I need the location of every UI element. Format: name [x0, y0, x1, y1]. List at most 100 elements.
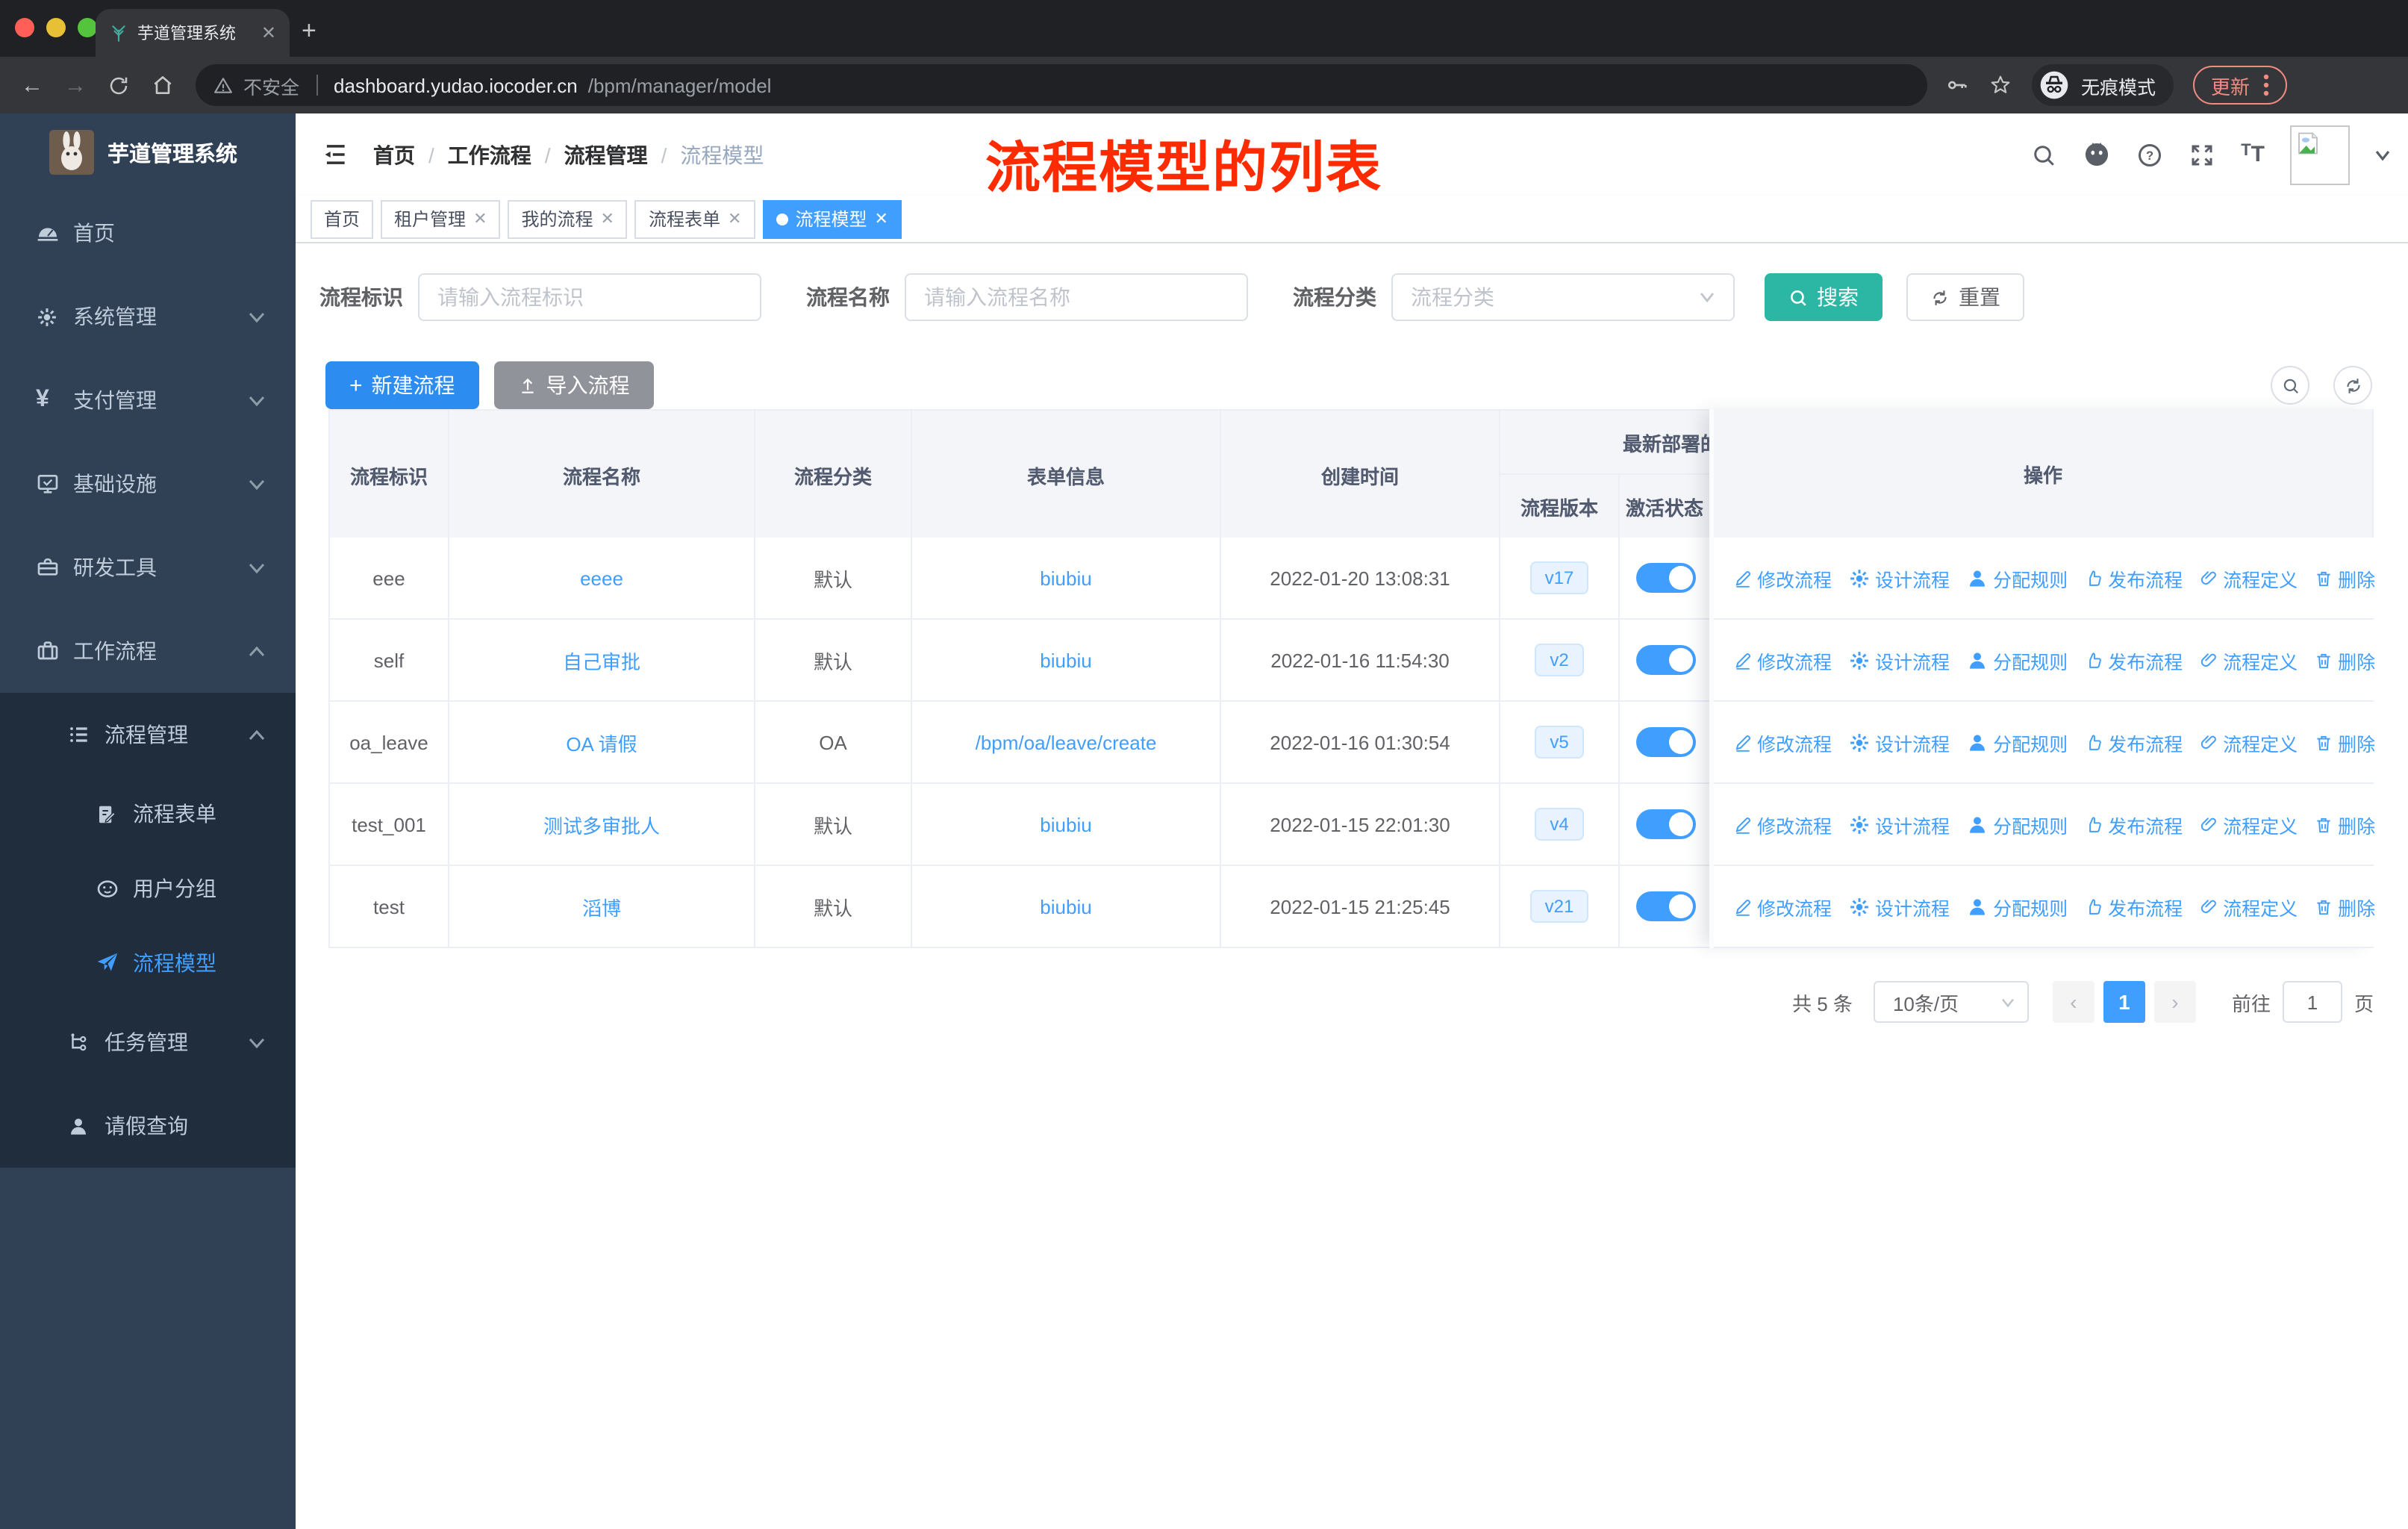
tab-close-icon[interactable]: ✕ [261, 22, 276, 43]
sidebar-item-用户分组[interactable]: 用户分组 [0, 851, 296, 926]
refresh-table-button[interactable] [2333, 366, 2372, 405]
tag-close-icon[interactable]: ✕ [473, 209, 487, 228]
tag-租户管理[interactable]: 租户管理 ✕ [381, 199, 501, 238]
back-icon[interactable]: ← [21, 72, 43, 98]
toggle-search-button[interactable] [2271, 366, 2309, 405]
form-info-link[interactable]: biubiu [1040, 813, 1091, 835]
filter-category-select[interactable]: 流程分类 [1391, 273, 1735, 321]
form-info-link[interactable]: /bpm/oa/leave/create [976, 731, 1157, 753]
tag-close-icon[interactable]: ✕ [874, 209, 888, 228]
avatar[interactable] [2290, 125, 2350, 184]
tag-close-icon[interactable]: ✕ [601, 209, 614, 228]
password-key-icon[interactable] [1945, 73, 1969, 97]
sidebar-item-支付管理[interactable]: ¥ 支付管理 [0, 358, 296, 442]
active-toggle[interactable] [1635, 563, 1695, 593]
sidebar-item-首页[interactable]: 首页 [0, 191, 296, 275]
action-修改流程[interactable]: 修改流程 [1733, 810, 1832, 838]
close-window-button[interactable] [15, 18, 34, 37]
action-发布流程[interactable]: 发布流程 [2084, 728, 2183, 756]
page-size-select[interactable]: 10条/页 [1873, 981, 2029, 1023]
action-发布流程[interactable]: 发布流程 [2084, 564, 2183, 592]
action-分配规则[interactable]: 分配规则 [1966, 646, 2068, 674]
page-1-button[interactable]: 1 [2103, 981, 2145, 1023]
process-name-link[interactable]: eeee [580, 567, 623, 589]
search-button[interactable]: 搜索 [1765, 273, 1883, 321]
action-修改流程[interactable]: 修改流程 [1733, 564, 1832, 592]
breadcrumb-home[interactable]: 首页 [373, 140, 415, 169]
active-toggle[interactable] [1635, 891, 1695, 921]
tag-流程模型[interactable]: 流程模型 ✕ [762, 199, 902, 238]
process-name-link[interactable]: OA 请假 [566, 728, 637, 756]
search-icon[interactable] [2030, 141, 2057, 168]
action-删除[interactable]: 删除 [2314, 892, 2375, 921]
form-info-link[interactable]: biubiu [1040, 567, 1091, 589]
action-分配规则[interactable]: 分配规则 [1966, 728, 2068, 756]
collapse-sidebar-icon[interactable] [321, 140, 349, 169]
sidebar-item-流程模型[interactable]: 流程模型 [0, 926, 296, 1000]
process-name-link[interactable]: 自己审批 [563, 646, 640, 674]
app-logo-row[interactable]: 芋道管理系统 [0, 113, 296, 191]
url-bar[interactable]: 不安全 dashboard.yudao.iocoder.cn/bpm/manag… [196, 64, 1927, 106]
action-删除[interactable]: 删除 [2314, 564, 2375, 592]
fullscreen-icon[interactable] [2189, 141, 2215, 168]
filter-key-input[interactable] [418, 273, 761, 321]
new-tab-button[interactable]: + [302, 12, 316, 51]
prev-page-button[interactable]: ‹ [2052, 981, 2094, 1023]
chevron-down-icon[interactable] [2375, 149, 2390, 161]
action-删除[interactable]: 删除 [2314, 646, 2375, 674]
tag-流程表单[interactable]: 流程表单 ✕ [634, 199, 755, 238]
action-分配规则[interactable]: 分配规则 [1966, 892, 2068, 921]
form-info-link[interactable]: biubiu [1040, 895, 1091, 918]
home-icon[interactable] [151, 73, 175, 97]
minimize-window-button[interactable] [46, 18, 66, 37]
action-流程定义[interactable]: 流程定义 [2199, 810, 2298, 838]
tag-首页[interactable]: 首页 [311, 199, 374, 238]
action-流程定义[interactable]: 流程定义 [2199, 564, 2298, 592]
action-修改流程[interactable]: 修改流程 [1733, 892, 1832, 921]
reload-icon[interactable] [107, 74, 130, 96]
action-分配规则[interactable]: 分配规则 [1966, 810, 2068, 838]
sidebar-item-系统管理[interactable]: 系统管理 [0, 275, 296, 358]
tag-我的流程[interactable]: 我的流程 ✕ [508, 199, 628, 238]
process-name-link[interactable]: 测试多审批人 [543, 810, 660, 838]
font-size-icon[interactable]: TT [2241, 142, 2265, 167]
active-toggle[interactable] [1635, 809, 1695, 839]
sidebar-item-任务管理[interactable]: 任务管理 [0, 1000, 296, 1084]
sidebar-item-流程表单[interactable]: 流程表单 [0, 776, 296, 851]
action-删除[interactable]: 删除 [2314, 810, 2375, 838]
sidebar-item-基础设施[interactable]: 基础设施 [0, 442, 296, 526]
help-icon[interactable]: ? [2136, 141, 2163, 168]
sidebar-item-请假查询[interactable]: 请假查询 [0, 1084, 296, 1168]
reset-button[interactable]: 重置 [1906, 273, 2024, 321]
sidebar-item-流程管理[interactable]: 流程管理 [0, 693, 296, 776]
breadcrumb-workflow[interactable]: 工作流程 [448, 140, 531, 169]
breadcrumb-process-mgmt[interactable]: 流程管理 [564, 140, 648, 169]
action-设计流程[interactable]: 设计流程 [1848, 646, 1950, 674]
action-发布流程[interactable]: 发布流程 [2084, 892, 2183, 921]
action-发布流程[interactable]: 发布流程 [2084, 810, 2183, 838]
zoom-window-button[interactable] [78, 18, 97, 37]
active-toggle[interactable] [1635, 727, 1695, 757]
action-设计流程[interactable]: 设计流程 [1848, 810, 1950, 838]
active-toggle[interactable] [1635, 645, 1695, 675]
action-流程定义[interactable]: 流程定义 [2199, 728, 2298, 756]
action-分配规则[interactable]: 分配规则 [1966, 564, 2068, 592]
bookmark-star-icon[interactable] [1989, 73, 2012, 97]
sidebar-item-工作流程[interactable]: 工作流程 [0, 609, 296, 693]
browser-tab[interactable]: 芋道管理系统 ✕ [96, 9, 290, 57]
action-修改流程[interactable]: 修改流程 [1733, 646, 1832, 674]
filter-name-input[interactable] [905, 273, 1248, 321]
menu-dots-icon[interactable] [2263, 73, 2269, 97]
forward-icon[interactable]: → [64, 72, 87, 98]
github-icon[interactable] [2083, 140, 2111, 169]
tag-close-icon[interactable]: ✕ [728, 209, 741, 228]
create-process-button[interactable]: + 新建流程 [325, 361, 479, 409]
sidebar-item-研发工具[interactable]: 研发工具 [0, 526, 296, 609]
action-修改流程[interactable]: 修改流程 [1733, 728, 1832, 756]
action-设计流程[interactable]: 设计流程 [1848, 892, 1950, 921]
action-删除[interactable]: 删除 [2314, 728, 2375, 756]
process-name-link[interactable]: 滔博 [582, 892, 621, 921]
action-设计流程[interactable]: 设计流程 [1848, 564, 1950, 592]
action-流程定义[interactable]: 流程定义 [2199, 892, 2298, 921]
goto-page-input[interactable] [2282, 981, 2342, 1023]
